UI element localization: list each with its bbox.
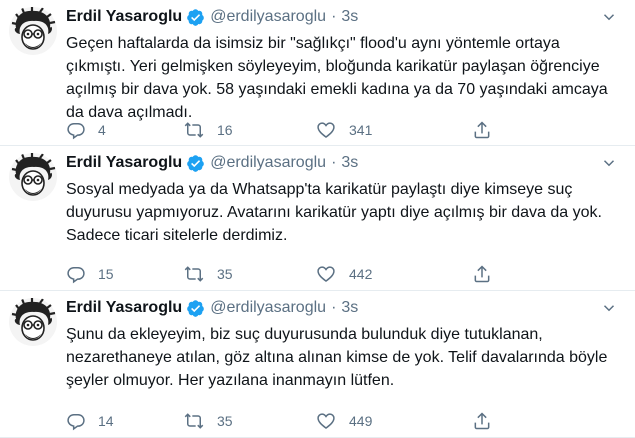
tweet-text: Şunu da ekleyeyim, biz suç duyurusunda b… [66,326,608,389]
author-name[interactable]: Erdil Yasaroglu [66,152,182,174]
timestamp[interactable]: 3s [341,152,358,174]
avatar[interactable] [8,152,58,202]
chevron-down-icon[interactable] [597,6,621,28]
retweet-icon [183,411,205,431]
reply-button[interactable]: 14 [66,411,183,431]
reply-button[interactable]: 4 [66,120,183,140]
like-count: 341 [349,122,373,138]
author-name[interactable]: Erdil Yasaroglu [66,297,182,319]
share-icon [472,411,492,431]
retweet-button[interactable]: 35 [183,264,315,284]
author-name[interactable]: Erdil Yasaroglu [66,6,182,28]
separator-dot: · [331,8,337,25]
retweet-count: 35 [217,266,233,282]
tweet[interactable]: Erdil Yasaroglu @erdilyasaroglu · 3s Geç… [0,0,635,146]
author-handle[interactable]: @erdilyasaroglu [210,152,326,174]
reply-icon [66,120,86,140]
reply-button[interactable]: 15 [66,264,183,284]
tweet[interactable]: Erdil Yasaroglu @erdilyasaroglu · 3s Şun… [0,291,635,438]
like-count: 442 [349,266,373,282]
share-button[interactable] [472,120,496,140]
heart-icon [315,411,337,431]
reply-count: 4 [98,122,106,138]
avatar[interactable] [8,297,58,347]
tweet[interactable]: Erdil Yasaroglu @erdilyasaroglu · 3s Sos… [0,146,635,291]
timestamp[interactable]: 3s [341,6,358,28]
like-button[interactable]: 449 [315,411,472,431]
timestamp[interactable]: 3s [341,297,358,319]
chevron-down-icon[interactable] [597,152,621,174]
retweet-count: 16 [217,122,233,138]
like-button[interactable]: 341 [315,120,472,140]
like-count: 449 [349,413,373,429]
share-icon [472,120,492,140]
reply-count: 14 [98,413,114,429]
share-button[interactable] [472,411,496,431]
tweet-text: Sosyal medyada ya da Whatsapp'ta karikat… [66,181,602,244]
chevron-down-icon[interactable] [597,297,621,319]
author-handle[interactable]: @erdilyasaroglu [210,6,326,28]
separator-dot: · [331,299,337,316]
verified-badge-icon [186,299,205,318]
share-button[interactable] [472,264,496,284]
retweet-button[interactable]: 35 [183,411,315,431]
avatar[interactable] [8,6,58,56]
verified-badge-icon [186,154,205,173]
reply-count: 15 [98,266,114,282]
retweet-count: 35 [217,413,233,429]
like-button[interactable]: 442 [315,264,472,284]
heart-icon [315,120,337,140]
share-icon [472,264,492,284]
separator-dot: · [331,154,337,171]
reply-icon [66,411,86,431]
tweet-text: Geçen haftalarda da isimsiz bir "sağlıkç… [66,35,608,121]
retweet-icon [183,264,205,284]
author-handle[interactable]: @erdilyasaroglu [210,297,326,319]
retweet-icon [183,120,205,140]
reply-icon [66,264,86,284]
verified-badge-icon [186,8,205,27]
heart-icon [315,264,337,284]
retweet-button[interactable]: 16 [183,120,315,140]
